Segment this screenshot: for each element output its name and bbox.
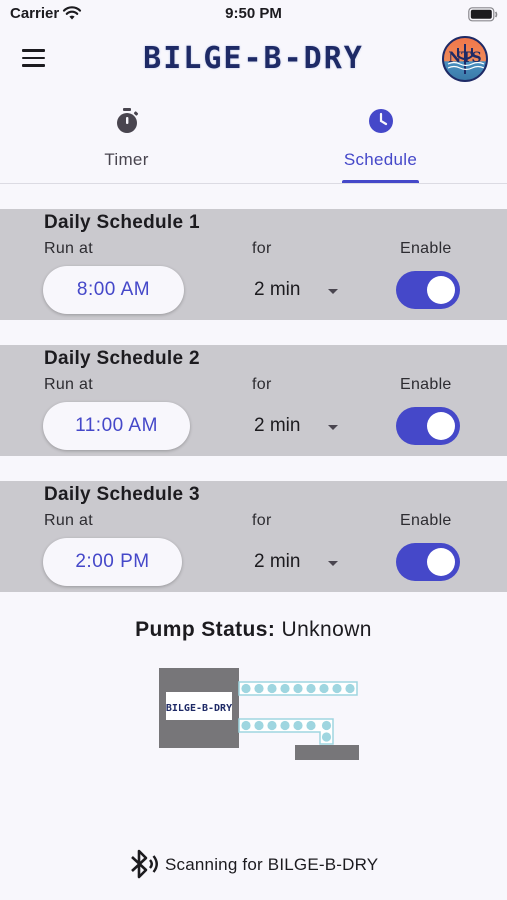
pump-diagram: BILGE-B-DRY: [157, 666, 363, 762]
brand-logo-avatar[interactable]: NTS: [442, 36, 488, 82]
schedule-title: Daily Schedule 1: [44, 212, 200, 233]
run-time-button[interactable]: 8:00 AM: [43, 266, 184, 314]
toggle-knob: [427, 548, 455, 576]
pump-status-label: Pump Status:: [135, 618, 276, 641]
run-at-label: Run at: [44, 376, 93, 393]
tab-bar: Timer Schedule: [0, 100, 507, 184]
app-bar: BILGE-B-DRY NTS: [0, 30, 507, 92]
run-at-label: Run at: [44, 240, 93, 257]
duration-value: 2 min: [254, 415, 301, 436]
enable-toggle[interactable]: [396, 271, 460, 309]
logo-monogram: NTS: [448, 50, 482, 66]
run-at-label: Run at: [44, 512, 93, 529]
enable-label: Enable: [400, 240, 452, 257]
clock-icon: [254, 106, 507, 141]
tab-active-indicator: [342, 180, 419, 183]
schedule-title: Daily Schedule 2: [44, 348, 200, 369]
tab-schedule-label: Schedule: [343, 150, 418, 169]
enable-toggle[interactable]: [396, 407, 460, 445]
pump-status: Pump Status: Unknown: [0, 618, 507, 642]
app-title: BILGE-B-DRY: [143, 41, 364, 76]
for-label: for: [252, 240, 272, 257]
duration-value: 2 min: [254, 551, 301, 572]
for-label: for: [252, 376, 272, 393]
status-bar: Carrier 9:50 PM: [0, 0, 507, 30]
bilge-floor: [295, 745, 359, 760]
run-time-button[interactable]: 11:00 AM: [43, 402, 190, 450]
tab-schedule[interactable]: Schedule: [254, 100, 507, 184]
dropdown-arrow-icon: [328, 561, 338, 566]
duration-dropdown[interactable]: 2 min: [254, 551, 344, 577]
schedule-card: Daily Schedule 1 Run at for Enable 8:00 …: [0, 209, 507, 320]
schedule-card: Daily Schedule 2 Run at for Enable 11:00…: [0, 345, 507, 456]
duration-value: 2 min: [254, 279, 301, 300]
clock-time: 9:50 PM: [225, 5, 282, 22]
pump-device-label: BILGE-B-DRY: [166, 703, 232, 714]
duration-dropdown[interactable]: 2 min: [254, 279, 344, 305]
pump-status-value: Unknown: [281, 618, 372, 641]
toggle-knob: [427, 276, 455, 304]
enable-label: Enable: [400, 376, 452, 393]
enable-toggle[interactable]: [396, 543, 460, 581]
for-label: for: [252, 512, 272, 529]
bluetooth-searching-icon: [123, 846, 161, 889]
schedule-title: Daily Schedule 3: [44, 484, 200, 505]
battery-icon: [468, 7, 498, 26]
toggle-knob: [427, 412, 455, 440]
run-time-button[interactable]: 2:00 PM: [43, 538, 182, 586]
tab-timer[interactable]: Timer: [0, 100, 253, 184]
enable-label: Enable: [400, 512, 452, 529]
dropdown-arrow-icon: [328, 425, 338, 430]
tab-timer-label: Timer: [104, 150, 149, 169]
duration-dropdown[interactable]: 2 min: [254, 415, 344, 441]
stopwatch-icon: [0, 106, 253, 141]
bluetooth-status-text: Scanning for BILGE-B-DRY: [165, 855, 379, 874]
dropdown-arrow-icon: [328, 289, 338, 294]
schedule-card: Daily Schedule 3 Run at for Enable 2:00 …: [0, 481, 507, 592]
